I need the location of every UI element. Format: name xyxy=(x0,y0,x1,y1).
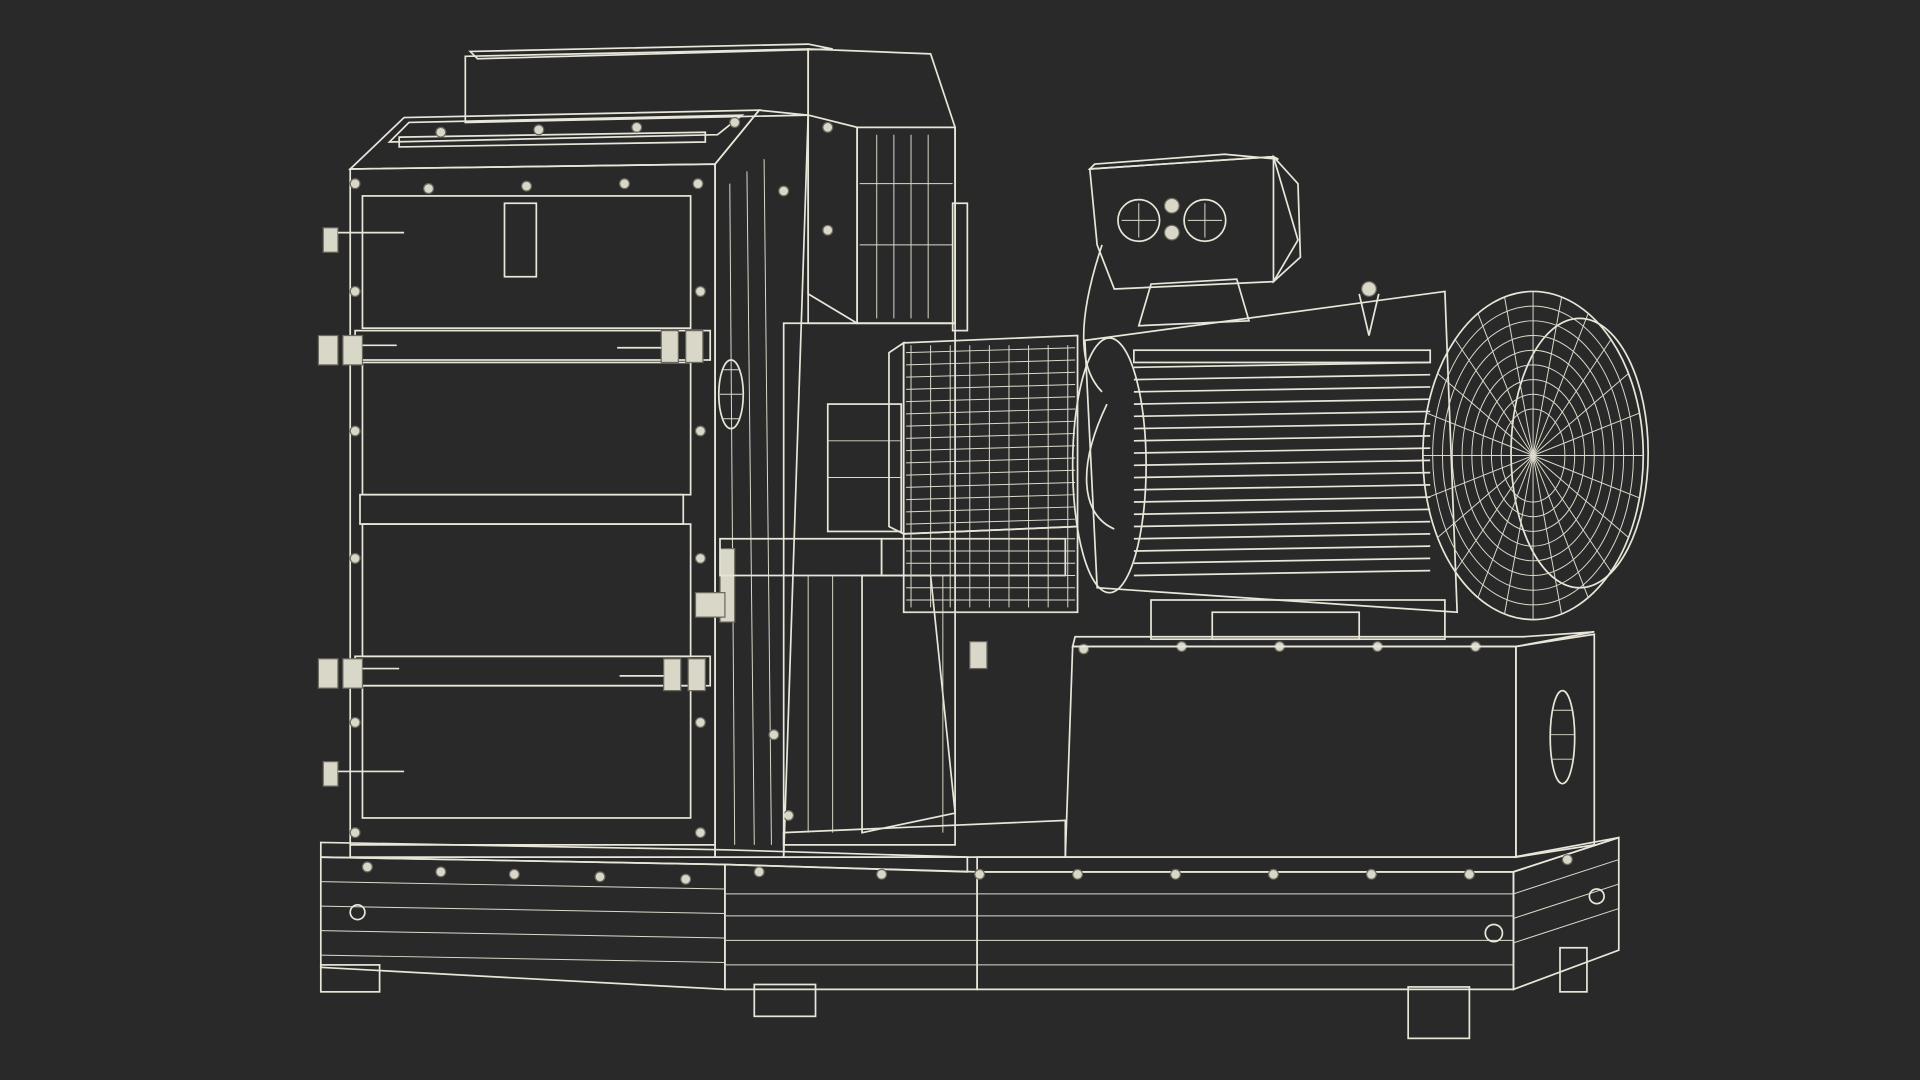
support-frame xyxy=(719,322,1067,859)
render-viewport xyxy=(0,0,1920,1080)
housing-bolts xyxy=(349,116,1573,885)
crusher-housing xyxy=(348,43,833,859)
electric-motor xyxy=(1064,153,1650,859)
hammer-mill-model xyxy=(317,43,1650,1040)
discharge-tower xyxy=(807,48,969,332)
base-frame xyxy=(319,836,1620,1040)
coupling-guard xyxy=(888,334,1079,614)
door-latches xyxy=(317,227,736,787)
